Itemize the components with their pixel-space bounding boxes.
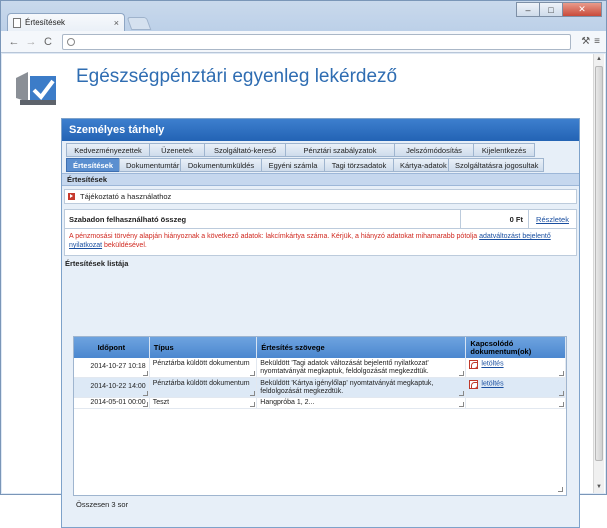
cell-type: Pénztárba küldött dokumentum — [150, 378, 258, 397]
table-row[interactable]: 2014-10-22 14:00 Pénztárba küldött dokum… — [74, 378, 566, 398]
browser-tab[interactable]: Értesítések × — [7, 13, 125, 31]
close-button[interactable]: ✕ — [562, 2, 602, 17]
cell-text: Beküldött 'Kártya igénylőlap' nyomtatván… — [257, 378, 467, 397]
forward-arrow-icon[interactable]: → — [24, 36, 38, 48]
column-header-time[interactable]: Időpont — [74, 337, 150, 358]
minimize-button[interactable]: – — [516, 2, 540, 17]
tab-tagi-torzsadatok[interactable]: Tagi törzsadatok — [324, 158, 394, 172]
notifications-heading: Értesítések listája — [65, 259, 129, 268]
cell-text: Hangpróba 1, 2... — [257, 398, 467, 408]
tab-close-icon[interactable]: × — [114, 18, 119, 28]
notifications-table: Időpont Típus Értesítés szövege Kapcsoló… — [73, 336, 567, 496]
expand-arrow-icon — [68, 193, 75, 200]
column-header-text[interactable]: Értesítés szövege — [257, 337, 467, 358]
new-tab-button[interactable] — [126, 17, 152, 30]
cell-documents: letöltés — [466, 358, 566, 377]
tab-ertesitesek[interactable]: Értesítések — [66, 158, 120, 172]
tab-penztari-szabalyzatok[interactable]: Pénztári szabályzatok — [285, 143, 395, 157]
scroll-down-icon[interactable]: ▼ — [594, 482, 604, 493]
cell-time: 2014-10-27 10:18 — [74, 358, 150, 377]
page-title: Egészségpénztári egyenleg lekérdező — [76, 66, 398, 87]
back-arrow-icon[interactable]: ← — [7, 36, 21, 48]
table-row[interactable]: 2014-10-27 10:18 Pénztárba küldött dokum… — [74, 358, 566, 378]
nav-row-1: Kedvezményezettek Üzenetek Szolgáltató-k… — [66, 143, 579, 158]
cell-time: 2014-05-01 00:00 — [74, 398, 150, 408]
section-subheader: Értesítések — [62, 173, 579, 186]
maximize-button[interactable]: □ — [539, 2, 563, 17]
column-header-documents[interactable]: Kapcsolódó dokumentum(ok) — [466, 337, 566, 358]
pdf-icon — [469, 360, 479, 369]
details-link[interactable]: Részletek — [528, 210, 576, 228]
table-resize-handle[interactable] — [558, 487, 563, 492]
tab-jelszomodositas[interactable]: Jelszómódosítás — [394, 143, 474, 157]
column-header-type[interactable]: Típus — [150, 337, 258, 358]
panel-title: Személyes tárhely — [62, 119, 579, 141]
tab-bar: Értesítések × – □ ✕ — [1, 1, 606, 31]
personal-storage-panel: Személyes tárhely Kedvezményezettek Üzen… — [61, 118, 580, 528]
cell-time: 2014-10-22 14:00 — [74, 378, 150, 397]
scrollbar-thumb[interactable] — [595, 66, 603, 461]
site-header: Egészségpénztári egyenleg lekérdező — [2, 54, 605, 116]
cell-documents: letöltés — [466, 378, 566, 397]
balance-row: Szabadon felhasználható összeg 0 Ft Rész… — [64, 209, 577, 229]
vertical-scrollbar[interactable]: ▲ ▼ — [593, 54, 604, 493]
browser-window: Értesítések × – □ ✕ ← → C ⚒ ≡ Egészségpé… — [0, 0, 607, 528]
tab-szolgaltato-kereso[interactable]: Szolgáltató-kereső — [204, 143, 286, 157]
tab-szolgaltatasra-jogosultak[interactable]: Szolgáltatásra jogosultak — [448, 158, 544, 172]
table-header: Időpont Típus Értesítés szövege Kapcsoló… — [74, 337, 566, 358]
download-link[interactable]: letöltés — [481, 361, 503, 368]
usage-info-label: Tájékoztató a használathoz — [80, 192, 172, 201]
usage-info-toggle[interactable]: Tájékoztató a használathoz — [64, 189, 577, 204]
pdf-icon — [469, 380, 479, 389]
cell-type: Pénztárba küldött dokumentum — [150, 358, 258, 377]
scroll-up-icon[interactable]: ▲ — [594, 54, 604, 65]
cell-text: Beküldött 'Tagi adatok változását bejele… — [257, 358, 467, 377]
balance-label: Szabadon felhasználható összeg — [69, 215, 187, 224]
row-count: Összesen 3 sor — [76, 500, 129, 509]
warning-text: A pénzmosási törvény alapján hiányoznak … — [69, 233, 480, 240]
balance-amount: 0 Ft — [460, 210, 528, 228]
menu-icon[interactable]: ≡ — [594, 36, 600, 47]
page-viewport: Egészségpénztári egyenleg lekérdező Szem… — [2, 54, 605, 528]
warning-text-end: beküldésével. — [102, 242, 147, 249]
wrench-icon[interactable]: ⚒ — [581, 36, 590, 47]
tab-title: Értesítések — [25, 18, 66, 27]
browser-toolbar: ← → C ⚒ ≡ — [1, 31, 606, 53]
nav-row-2: Értesítések Dokumentumtár Dokumentumküld… — [66, 158, 579, 173]
checkmark-logo-icon — [16, 72, 56, 105]
cell-type: Teszt — [150, 398, 258, 408]
table-row[interactable]: 2014-05-01 00:00 Teszt Hangpróba 1, 2... — [74, 398, 566, 409]
tab-dokumentumtar[interactable]: Dokumentumtár — [119, 158, 181, 172]
tab-egyeni-szamla[interactable]: Egyéni számla — [261, 158, 325, 172]
window-controls: – □ ✕ — [516, 2, 602, 17]
tab-kijelentkezes[interactable]: Kijelentkezés — [473, 143, 535, 157]
address-bar[interactable] — [62, 33, 572, 50]
search-icon — [67, 37, 75, 46]
cell-documents — [466, 398, 566, 408]
tab-dokumentumkuldes[interactable]: Dokumentumküldés — [180, 158, 262, 172]
download-link[interactable]: letöltés — [481, 381, 503, 388]
aml-warning: A pénzmosási törvény alapján hiányoznak … — [64, 229, 577, 256]
reload-icon[interactable]: C — [41, 36, 55, 48]
page-icon — [13, 17, 21, 28]
tab-uzenetek[interactable]: Üzenetek — [149, 143, 205, 157]
tab-kartya-adatok[interactable]: Kártya-adatok — [393, 158, 449, 172]
tab-kedvezmenyezettek[interactable]: Kedvezményezettek — [66, 143, 150, 157]
